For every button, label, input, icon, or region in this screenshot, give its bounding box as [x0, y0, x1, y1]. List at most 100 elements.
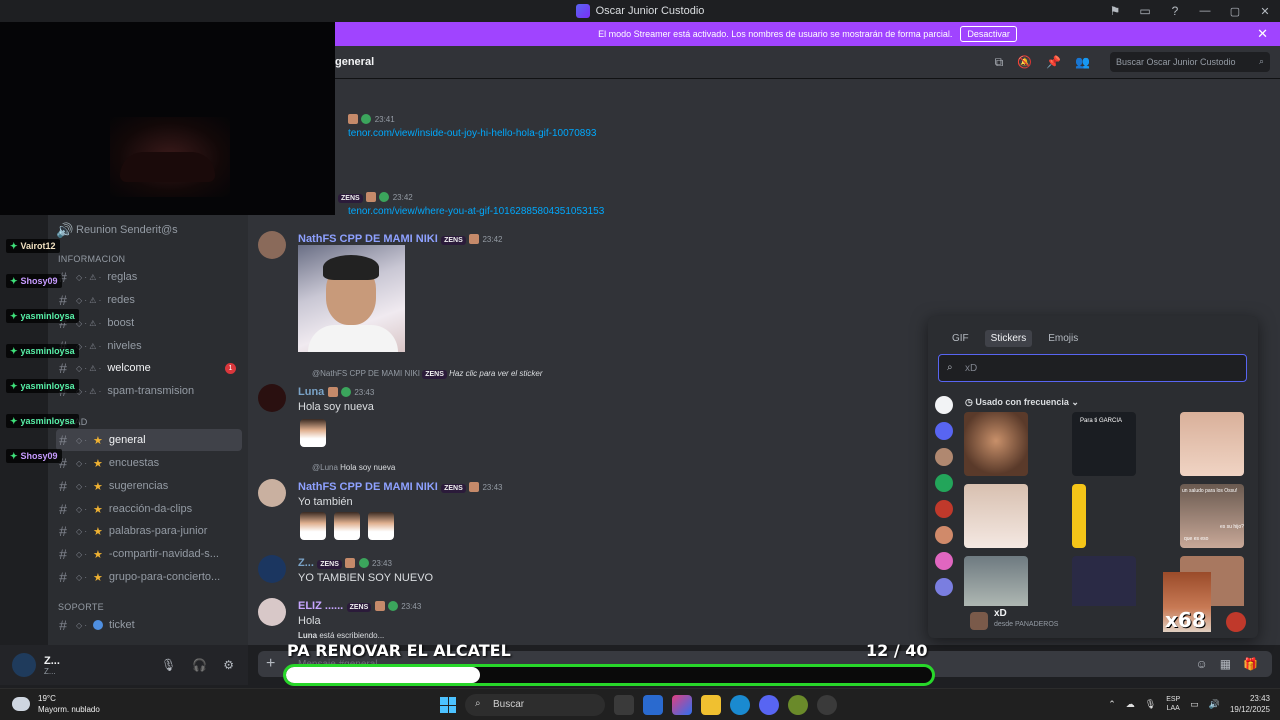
frequent-section[interactable]: ◷ Usado con frecuencia ⌄ — [965, 397, 1079, 408]
microphone-icon[interactable]: 🎙 — [161, 658, 176, 672]
role-emoji-icon — [469, 233, 480, 244]
gift-box-icon[interactable]: 🎁 — [1243, 657, 1258, 671]
sticker[interactable] — [368, 512, 394, 540]
language-indicator[interactable]: ESP LAA — [1166, 695, 1180, 713]
volume-icon[interactable]: 🔊 — [1209, 699, 1220, 710]
deactivate-streamer-button[interactable]: Desactivar — [960, 26, 1017, 42]
author-name[interactable]: ELIZ ...... — [298, 600, 343, 612]
avatar[interactable] — [258, 384, 286, 412]
sticker[interactable] — [1072, 484, 1086, 548]
sticker[interactable] — [964, 556, 1028, 606]
attach-plus-icon[interactable]: + — [266, 655, 275, 673]
mute-icon[interactable]: 🔕 — [1017, 55, 1032, 70]
channel-niveles[interactable]: #◇ · ⚠ ·niveles — [56, 335, 242, 357]
sticker[interactable] — [1180, 412, 1244, 476]
app-icon[interactable] — [788, 695, 808, 715]
pack-icon[interactable] — [935, 422, 953, 440]
verified-icon — [340, 386, 351, 397]
pack-icon[interactable] — [935, 578, 953, 596]
sticker[interactable] — [964, 484, 1028, 548]
weather-widget[interactable]: 19°C Mayorm. nublado — [12, 693, 100, 715]
sticker-search-input[interactable]: ⌕ xD — [938, 354, 1247, 382]
copilot-icon[interactable] — [672, 695, 692, 715]
channel-general[interactable]: # ◇ · ★ general — [56, 429, 242, 451]
maximize-button[interactable]: ▢ — [1220, 5, 1250, 18]
windows-start-icon[interactable] — [440, 697, 456, 713]
category-informacion[interactable]: INFORMACION — [58, 254, 125, 264]
channel-reaccion-clips[interactable]: # ◇ · ★ reacción-da-clips — [56, 498, 242, 520]
clock-icon[interactable] — [935, 396, 953, 414]
webcam-person — [120, 152, 215, 182]
channel-sugerencias[interactable]: # ◇ · ★ sugerencias — [56, 475, 242, 497]
members-icon[interactable]: 👥 — [1075, 55, 1090, 70]
pack-icon[interactable] — [935, 552, 953, 570]
help-icon[interactable]: ? — [1160, 4, 1190, 18]
discord-icon[interactable] — [759, 695, 779, 715]
channel-palabras-para-junior[interactable]: # ◇ · ★ palabras-para-junior — [56, 520, 242, 542]
sticker[interactable]: un saludo para los Ossu! es su hijo? que… — [1180, 484, 1244, 548]
message-link[interactable]: tenor.com/view/where-you-at-gif-10162885… — [348, 206, 988, 217]
close-banner-icon[interactable]: ✕ — [1257, 26, 1268, 42]
store-icon[interactable] — [643, 695, 663, 715]
message-image[interactable] — [298, 245, 405, 352]
settings-icon[interactable]: ⚙ — [223, 658, 234, 672]
tab-stickers[interactable]: Stickers — [984, 330, 1033, 347]
tab-gif[interactable]: GIF — [946, 330, 975, 347]
category-soporte[interactable]: SOPORTE — [58, 602, 104, 612]
channel-compartir-navidad[interactable]: # ◇ · ★ -compartir-navidad-s... — [56, 543, 242, 565]
minimize-button[interactable]: — — [1190, 5, 1220, 17]
message-link[interactable]: tenor.com/view/inside-out-joy-hi-hello-h… — [348, 128, 998, 139]
flag-icon[interactable]: ⚑ — [1100, 4, 1130, 18]
obs-icon[interactable] — [817, 695, 837, 715]
sticker[interactable] — [300, 419, 326, 447]
sticker[interactable] — [300, 512, 326, 540]
sticker[interactable] — [334, 512, 360, 540]
clock[interactable]: 23:43 19/12/2025 — [1230, 693, 1270, 715]
pin-icon[interactable]: 📌 — [1046, 55, 1061, 70]
avatar[interactable] — [258, 231, 286, 259]
chevron-up-icon[interactable]: ⌃ — [1108, 699, 1116, 710]
gift-icon[interactable]: ☺ — [1195, 657, 1207, 671]
channel-encuestas[interactable]: # ◇ · ★ encuestas — [56, 452, 242, 474]
apps-icon[interactable]: ▦ — [1220, 657, 1231, 671]
inbox-icon[interactable]: ▭ — [1130, 4, 1160, 18]
avatar[interactable] — [258, 598, 286, 626]
threads-icon[interactable]: ⧉ — [995, 55, 1004, 70]
avatar[interactable] — [12, 653, 36, 677]
author-name[interactable]: Luna — [298, 386, 324, 398]
pack-icon[interactable] — [935, 526, 953, 544]
channel-welcome[interactable]: # ◇ · ⚠ · welcome 1 — [56, 357, 242, 379]
mic-icon[interactable]: 🎙 — [1145, 699, 1156, 710]
close-window-button[interactable]: ✕ — [1250, 5, 1280, 18]
channel-grupo-concierto[interactable]: # ◇ · ★ grupo-para-concierto... — [56, 566, 242, 588]
channel-redes[interactable]: # ◇ · ⚠ · redes — [56, 289, 242, 311]
headphones-icon[interactable]: 🎧 — [192, 658, 207, 672]
reply-preview[interactable]: @NathFS CPP DE MAMI NIKI ZENS Haz clic p… — [312, 369, 543, 379]
channel-reglas[interactable]: # ◇ · ⚠ · reglas — [56, 266, 242, 288]
avatar[interactable] — [258, 555, 286, 583]
sticker[interactable] — [964, 412, 1028, 476]
task-view-icon[interactable] — [614, 695, 634, 715]
file-explorer-icon[interactable] — [701, 695, 721, 715]
viewer-name: yasminloysa — [20, 311, 75, 321]
author-name[interactable]: NathFS CPP DE MAMI NIKI — [298, 233, 438, 245]
reply-preview[interactable]: @Luna Hola soy nueva — [312, 463, 395, 472]
taskbar-search[interactable]: ⌕ Buscar — [465, 694, 605, 716]
sticker[interactable]: Para ti GARCIA — [1072, 412, 1136, 476]
avatar[interactable] — [258, 479, 286, 507]
author-name[interactable]: NathFS CPP DE MAMI NIKI — [298, 481, 438, 493]
voice-channel[interactable]: 🔊 Reunion Senderit@s — [56, 219, 242, 241]
onedrive-icon[interactable]: ☁ — [1126, 699, 1135, 710]
tab-emojis[interactable]: Emojis — [1042, 330, 1084, 347]
pack-icon[interactable] — [935, 448, 953, 466]
edge-icon[interactable] — [730, 695, 750, 715]
network-icon[interactable]: ▭ — [1190, 699, 1199, 710]
author-name[interactable]: Z... — [298, 557, 314, 569]
pack-icon[interactable] — [935, 474, 953, 492]
channel-boost[interactable]: # ◇ · ⚠ · boost — [56, 312, 242, 334]
search-input[interactable]: Buscar Oscar Junior Custodio ⌕ — [1110, 52, 1270, 72]
channel-spam-transmision[interactable]: #◇ · ⚠ ·spam-transmision — [56, 380, 242, 402]
channel-ticket[interactable]: # ◇ · ticket — [56, 614, 242, 636]
sticker[interactable] — [1072, 556, 1136, 606]
pack-icon[interactable] — [935, 500, 953, 518]
